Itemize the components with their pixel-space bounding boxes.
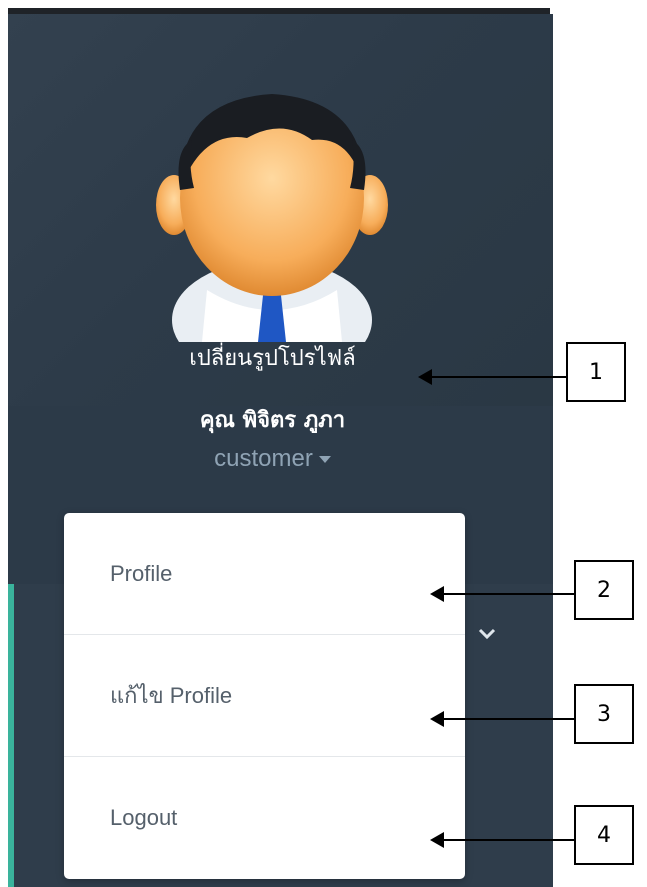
callout-arrow-1 — [418, 369, 566, 385]
callout-box-3: 3 — [574, 684, 634, 744]
callout-box-4: 4 — [574, 805, 634, 865]
callout-arrow-4 — [430, 832, 574, 848]
user-role-dropdown-toggle[interactable]: customer — [0, 445, 545, 473]
caret-down-icon — [318, 456, 331, 464]
menu-item-logout[interactable]: Logout — [64, 757, 465, 879]
callout-arrow-2 — [430, 586, 574, 602]
user-dropdown-menu: Profile แก้ไข Profile Logout — [64, 513, 465, 879]
callout-box-2: 2 — [574, 560, 634, 620]
user-name: คุณ พิจิตร ภูภา — [199, 407, 346, 433]
chevron-down-icon[interactable] — [476, 626, 498, 642]
callout-arrow-3 — [430, 711, 574, 727]
user-avatar-icon[interactable] — [152, 80, 392, 342]
menu-item-profile[interactable]: Profile — [64, 513, 465, 635]
menu-item-edit-profile[interactable]: แก้ไข Profile — [64, 635, 465, 757]
active-nav-indicator — [8, 584, 14, 887]
user-role-label: customer — [214, 445, 313, 472]
callout-box-1: 1 — [566, 342, 626, 402]
